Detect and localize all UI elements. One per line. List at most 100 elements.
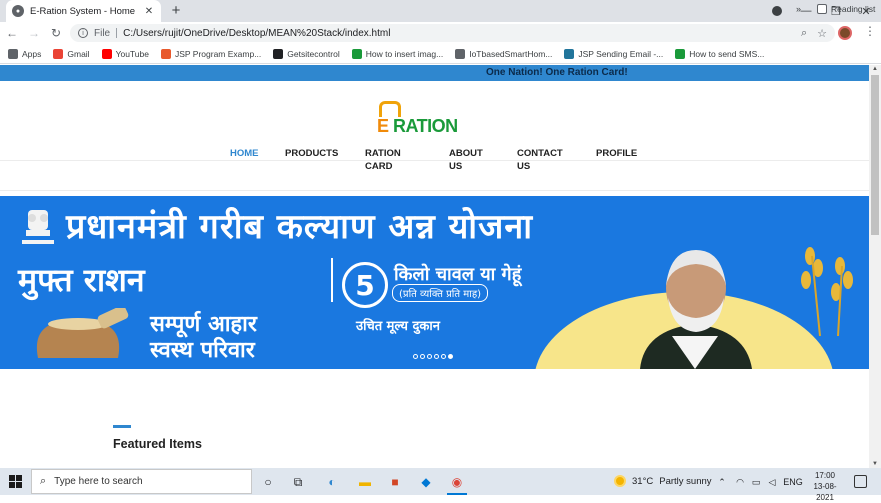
nav-contact-us[interactable]: CONTACT US xyxy=(517,147,563,173)
bookmark-label: Apps xyxy=(22,48,42,59)
reload-icon[interactable]: ↻ xyxy=(46,26,66,40)
more-menu-icon[interactable]: ⋮ xyxy=(864,24,876,38)
back-icon[interactable]: ← xyxy=(2,26,22,40)
jsp-icon xyxy=(160,48,171,59)
close-tab-icon[interactable]: ✕ xyxy=(143,6,155,17)
edge-icon[interactable]: ◐ xyxy=(322,472,342,492)
url-scheme: File xyxy=(94,27,111,39)
bookmark-item[interactable]: YouTube xyxy=(101,48,149,59)
nav-about-us[interactable]: ABOUT US xyxy=(449,147,483,173)
bookmark-item[interactable]: How to send SMS... xyxy=(675,48,765,59)
apps-grid-icon xyxy=(8,48,18,59)
hero-fair-price-text: उचित मूल्य दुकान xyxy=(356,319,440,334)
globe-icon xyxy=(455,48,466,59)
featured-items-heading: Featured Items xyxy=(113,437,202,451)
carousel-indicators xyxy=(413,354,453,359)
bookmark-star-icon[interactable]: ☆ xyxy=(817,27,827,40)
avatar[interactable] xyxy=(838,26,852,40)
main-nav: HOME PRODUCTS RATION CARD ABOUT US CONTACT… xyxy=(0,147,869,177)
forward-icon[interactable]: → xyxy=(24,26,44,40)
site-logo[interactable]: E RATION xyxy=(377,101,467,141)
hero-kilo-text: किलो चावल या गेहूं xyxy=(394,264,522,285)
taskbar-search[interactable]: ⌕ Type here to search xyxy=(31,469,252,494)
vscode-icon[interactable]: ◆ xyxy=(416,472,436,492)
weather-temp: 31°C xyxy=(632,475,654,487)
reading-list-icon xyxy=(817,4,827,14)
language-indicator[interactable]: ENG xyxy=(782,472,804,492)
url-text[interactable]: C:/Users/rujit/OneDrive/Desktop/MEAN%20S… xyxy=(123,28,791,39)
scroll-down-icon[interactable]: ▼ xyxy=(872,461,878,467)
top-banner: One Nation! One Ration Card! xyxy=(0,65,869,81)
volume-icon[interactable]: ◁ xyxy=(762,472,782,492)
bookmark-item[interactable]: Getsitecontrol xyxy=(273,48,340,59)
page-viewport: One Nation! One Ration Card! E RATION HO… xyxy=(0,65,869,468)
youtube-icon xyxy=(101,48,112,59)
reading-list-button[interactable]: Reading list xyxy=(817,4,875,14)
carousel-dot[interactable] xyxy=(420,354,425,359)
info-icon[interactable]: i xyxy=(78,28,88,38)
notifications-icon[interactable] xyxy=(854,475,867,488)
carousel-dot[interactable] xyxy=(427,354,432,359)
clock-time: 17:00 xyxy=(814,471,836,480)
task-view-icon[interactable]: ⧉ xyxy=(288,472,308,492)
tray-overflow-icon[interactable]: ⌃ xyxy=(712,472,732,492)
nav-ration-card[interactable]: RATION CARD xyxy=(365,147,401,173)
nav-home[interactable]: HOME xyxy=(230,147,259,160)
powerpoint-icon[interactable]: ■ xyxy=(385,472,405,492)
zoom-icon[interactable]: ⌕ xyxy=(801,27,807,40)
browser-toolbar: ← → ↻ i File C:/Users/rujit/OneDrive/Des… xyxy=(0,22,881,44)
bookmark-item[interactable]: JSP Sending Email -... xyxy=(564,48,663,59)
getsitecontrol-icon xyxy=(273,48,284,59)
hero-free-ration: मुफ्त राशन xyxy=(18,261,145,299)
clock[interactable]: 17:00 13-08-2021 xyxy=(805,470,845,503)
bookmark-label: Getsitecontrol xyxy=(287,48,340,59)
file-explorer-icon[interactable]: ▬ xyxy=(355,472,375,492)
carousel-dot-active[interactable] xyxy=(448,354,453,359)
bookmark-item[interactable]: Gmail xyxy=(53,48,90,59)
bookmarks-overflow-button[interactable]: » xyxy=(796,4,801,14)
browser-tab-strip: ● E-Ration System - Home ✕ + — ❐ ✕ xyxy=(0,0,881,22)
bookmark-label: Gmail xyxy=(67,48,90,59)
grain-sack-icon xyxy=(36,308,129,358)
profile-menu-icon[interactable] xyxy=(772,6,782,16)
hero-divider xyxy=(331,258,333,302)
nav-profile[interactable]: PROFILE xyxy=(596,147,637,160)
leader-portrait-image xyxy=(640,250,752,369)
scrollbar-thumb[interactable] xyxy=(871,75,879,235)
s-bookmark-icon xyxy=(675,48,686,59)
scroll-up-icon[interactable]: ▲ xyxy=(872,66,878,72)
featured-accent-bar xyxy=(113,425,131,428)
bookmark-item[interactable]: Apps xyxy=(8,48,42,59)
hero-carousel[interactable]: प्रधानमंत्री गरीब कल्याण अन्न योजना मुफ्… xyxy=(0,196,869,369)
carousel-dot[interactable] xyxy=(434,354,439,359)
hero-number-badge: 5 xyxy=(342,262,388,308)
browser-tab[interactable]: ● E-Ration System - Home ✕ xyxy=(6,0,161,22)
hero-title: प्रधानमंत्री गरीब कल्याण अन्न योजना xyxy=(66,207,533,247)
s-bookmark-icon xyxy=(351,48,362,59)
windows-taskbar: ⌕ Type here to search ○ ⧉ ◐ ▬ ■ ◆ ◉ 31°C… xyxy=(0,468,881,502)
chrome-icon[interactable]: ◉ xyxy=(447,472,467,492)
weather-widget[interactable]: 31°C Partly sunny xyxy=(614,475,712,487)
page-scrollbar[interactable]: ▲ ▼ xyxy=(869,65,881,468)
windows-logo-icon xyxy=(8,475,22,488)
banner-text: One Nation! One Ration Card! xyxy=(486,67,628,78)
address-bar[interactable]: i File C:/Users/rujit/OneDrive/Desktop/M… xyxy=(70,24,835,42)
nav-products[interactable]: PRODUCTS xyxy=(285,147,338,160)
carousel-dot[interactable] xyxy=(413,354,418,359)
search-icon: ⌕ xyxy=(40,475,47,487)
start-button[interactable] xyxy=(0,468,30,495)
bookmark-label: How to send SMS... xyxy=(689,48,765,59)
bookmark-label: IoTbasedSmartHom... xyxy=(469,48,553,59)
new-tab-button[interactable]: + xyxy=(168,2,184,19)
carousel-dot[interactable] xyxy=(441,354,446,359)
bookmark-item[interactable]: IoTbasedSmartHom... xyxy=(455,48,553,59)
bookmark-item[interactable]: How to insert imag... xyxy=(351,48,444,59)
logo-text: E RATION xyxy=(377,116,458,136)
nav-bottom-divider xyxy=(0,190,869,191)
bookmark-item[interactable]: JSP Program Examp... xyxy=(160,48,262,59)
bookmark-label: How to insert imag... xyxy=(365,48,444,59)
bookmark-label: JSP Program Examp... xyxy=(174,48,262,59)
cortana-icon[interactable]: ○ xyxy=(258,472,278,492)
national-emblem-icon xyxy=(22,210,54,244)
gmail-icon xyxy=(53,48,64,59)
